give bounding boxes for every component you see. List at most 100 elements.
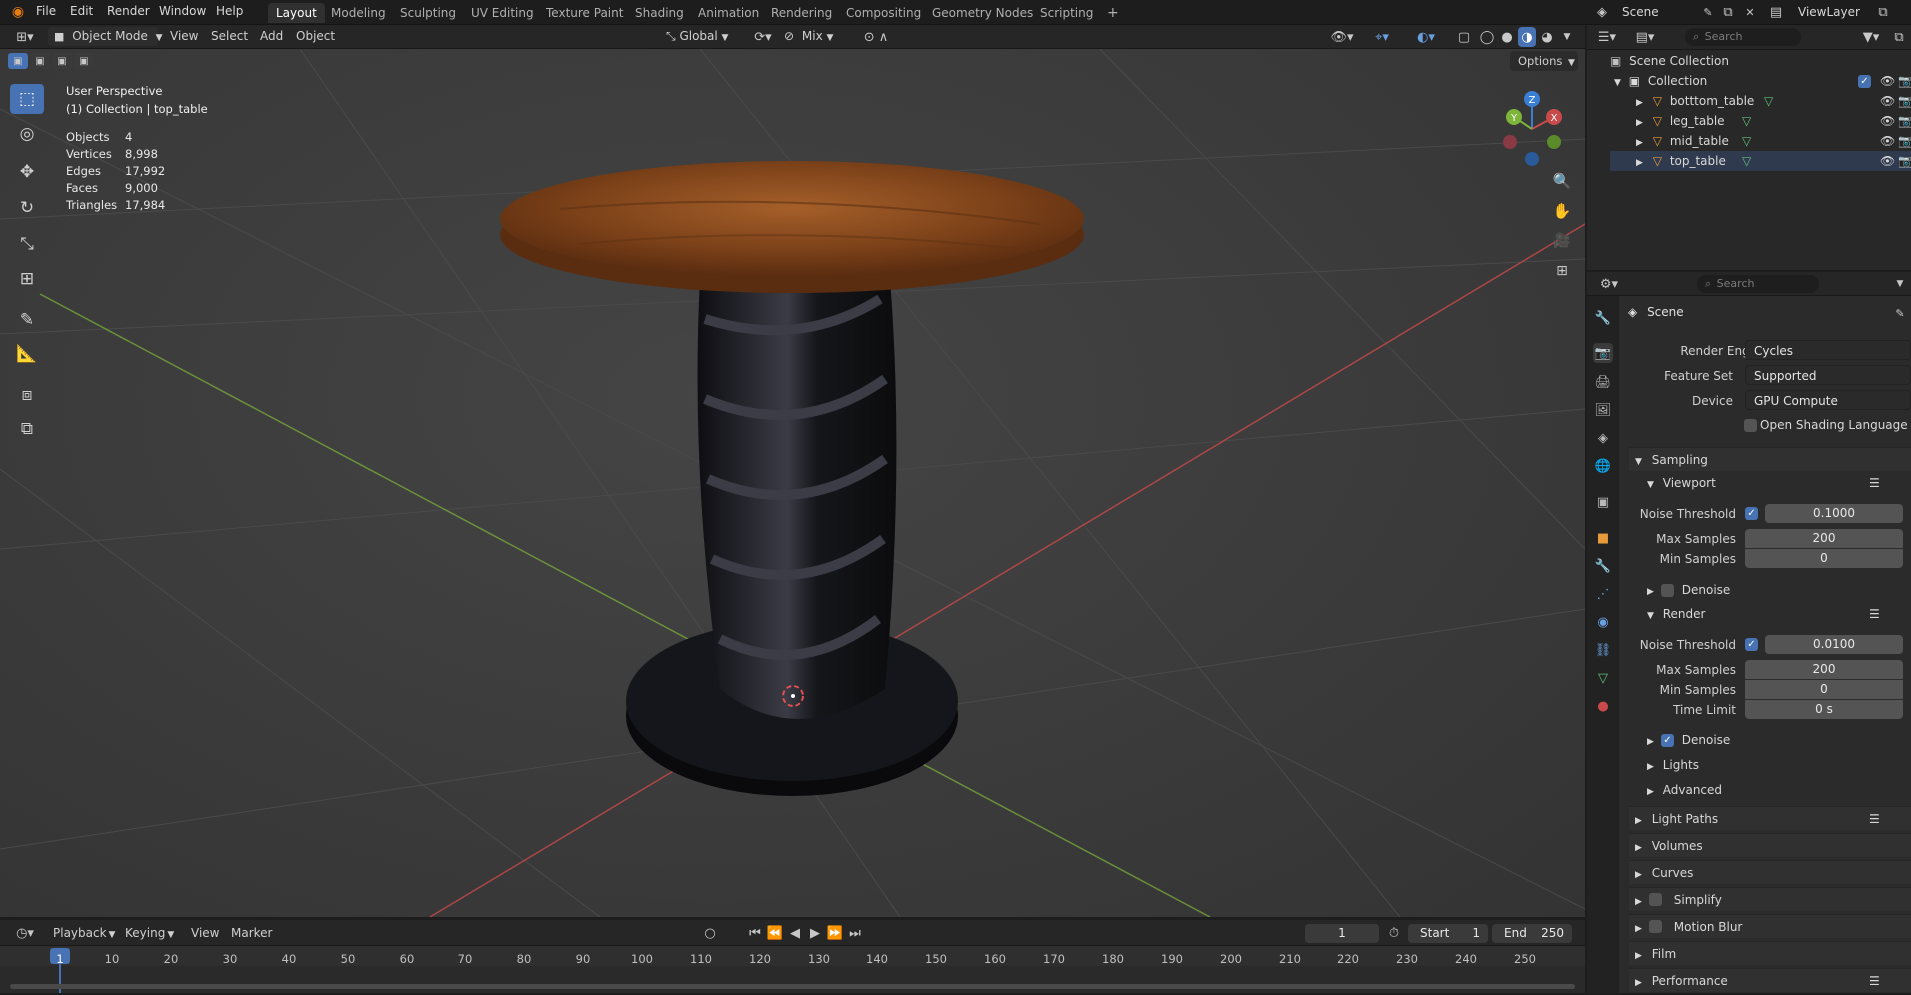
world-tab-icon[interactable]: 🌐	[1593, 456, 1613, 476]
tab-rendering[interactable]: Rendering	[763, 3, 840, 23]
time-limit-field[interactable]: 0 s	[1745, 700, 1903, 719]
add-cube-tool-icon[interactable]: ⧈	[10, 380, 44, 410]
viewport-3d[interactable]: ⬚ ◎ ✥ ↻ ⤡ ⊞ ✎ 📐 ⧈ ⧉ User Perspective (1)…	[0, 49, 1585, 917]
constraints-tab-icon[interactable]: ⛓	[1593, 640, 1613, 660]
viewport-denoise-subsection[interactable]: ▶ Denoise	[1645, 580, 1911, 600]
new-viewlayer-icon[interactable]: ⧉	[1873, 3, 1893, 21]
eye-icon[interactable]: 👁	[1880, 91, 1895, 111]
viewlayer-name[interactable]: ViewLayer	[1798, 5, 1860, 19]
tab-shading[interactable]: Shading	[627, 3, 692, 23]
menu-edit[interactable]: Edit	[70, 4, 93, 18]
volumes-section[interactable]: ▶ Volumes	[1629, 833, 1911, 857]
sampling-section[interactable]: ▼ Sampling	[1629, 447, 1911, 471]
collection-checkbox[interactable]: ✓	[1858, 75, 1871, 88]
camera-view-icon[interactable]: 🎥	[1550, 229, 1574, 253]
jump-end-icon[interactable]: ⏭	[846, 924, 864, 942]
modifier-tab-icon[interactable]: 🔧	[1593, 556, 1613, 576]
select-new-icon[interactable]: ▣	[8, 53, 28, 69]
add-workspace-button[interactable]: +	[1099, 3, 1127, 23]
advanced-subsection[interactable]: ▶ Advanced	[1645, 780, 1911, 800]
play-reverse-icon[interactable]: ◀	[786, 924, 804, 942]
simplify-checkbox[interactable]	[1649, 893, 1662, 906]
simplify-section[interactable]: ▶ Simplify	[1629, 887, 1911, 911]
presets-icon[interactable]: ☰	[1869, 473, 1880, 493]
outliner-object-row[interactable]: ▶ ▽ botttom_table ▽ 👁 📷	[1610, 91, 1911, 111]
tab-scripting[interactable]: Scripting	[1032, 3, 1101, 23]
performance-section[interactable]: ▶ Performance ☰	[1629, 968, 1911, 992]
scene-icon[interactable]: ◈	[1590, 3, 1614, 21]
clock-icon[interactable]: ◷▾	[10, 923, 40, 943]
select-intersect-icon[interactable]: ▣	[74, 53, 94, 69]
menu-marker[interactable]: Marker	[231, 924, 272, 943]
feature-set-dropdown[interactable]: Supported	[1745, 365, 1911, 385]
rotate-tool-icon[interactable]: ↻	[10, 193, 44, 223]
move-tool-icon[interactable]: ✥	[10, 157, 44, 187]
camera-icon[interactable]: 📷	[1898, 91, 1911, 111]
viewlayer-icon[interactable]: ▤	[1764, 3, 1788, 21]
min-samples-field[interactable]: 0	[1745, 549, 1903, 568]
new-collection-icon[interactable]: ⧉	[1889, 27, 1909, 47]
select-extend-icon[interactable]: ▣	[30, 53, 50, 69]
scale-tool-icon[interactable]: ⤡	[10, 229, 44, 259]
new-scene-icon[interactable]: ⧉	[1718, 3, 1738, 21]
pin-icon[interactable]: ✎	[1700, 3, 1716, 21]
data-tab-icon[interactable]: ▽	[1593, 668, 1613, 688]
viewport-subsection[interactable]: ▼ Viewport ☰	[1645, 473, 1911, 493]
motion-blur-section[interactable]: ▶ Motion Blur	[1629, 914, 1911, 938]
particles-tab-icon[interactable]: ⋰	[1593, 584, 1613, 604]
stopwatch-icon[interactable]: ⏱	[1384, 924, 1404, 942]
render-subsection[interactable]: ▼ Render ☰	[1645, 604, 1911, 624]
outliner-object-row-active[interactable]: ▶ ▽ top_table ▽ 👁 📷	[1610, 151, 1911, 171]
delete-scene-icon[interactable]: ✕	[1742, 3, 1758, 21]
max-samples-field[interactable]: 200	[1745, 660, 1903, 679]
proportional-edit-icon[interactable]: ⊙ ∧	[856, 27, 896, 47]
chevron-down-icon[interactable]: ▼	[1893, 274, 1907, 294]
orientation-dropdown[interactable]: ⤡ Global ▼	[666, 27, 740, 46]
editor-type-icon[interactable]: ⊞▾	[10, 27, 40, 47]
blender-logo-icon[interactable]: ◉	[8, 3, 28, 21]
lights-subsection[interactable]: ▶ Lights	[1645, 755, 1911, 775]
pin-icon[interactable]: ✎	[1892, 305, 1908, 321]
ortho-toggle-icon[interactable]: ⊞	[1550, 259, 1574, 283]
shading-wireframe-icon[interactable]: ◯	[1478, 27, 1496, 47]
gizmo-toggle-icon[interactable]: ⌖▾	[1364, 27, 1400, 47]
tab-texture-paint[interactable]: Texture Paint	[538, 3, 631, 23]
playback-menu[interactable]: Playback ▼	[53, 924, 115, 943]
jump-start-icon[interactable]: ⏮	[746, 924, 764, 942]
current-frame-field[interactable]: 1	[1305, 924, 1379, 943]
visibility-icon[interactable]: 👁▾	[1328, 27, 1356, 47]
pan-hand-icon[interactable]: ✋	[1550, 199, 1574, 223]
camera-icon[interactable]: 📷	[1898, 71, 1911, 91]
select-subtract-icon[interactable]: ▣	[52, 53, 72, 69]
next-keyframe-icon[interactable]: ⏩	[826, 924, 844, 942]
navigation-gizmo[interactable]: Z X Y	[1498, 87, 1564, 167]
start-frame-field[interactable]: Start 1	[1408, 924, 1488, 943]
snap-dropdown[interactable]: ⊘ Mix ▼	[784, 27, 854, 46]
tab-sculpting[interactable]: Sculpting	[392, 3, 464, 23]
menu-view[interactable]: View	[191, 924, 219, 943]
denoise-checkbox[interactable]: ✓	[1661, 734, 1674, 747]
outliner-editor-icon[interactable]: ☰▾	[1593, 27, 1621, 47]
render-denoise-subsection[interactable]: ▶ ✓ Denoise	[1645, 730, 1911, 750]
tab-compositing[interactable]: Compositing	[838, 3, 929, 23]
max-samples-field[interactable]: 200	[1745, 529, 1903, 548]
outliner-object-row[interactable]: ▶ ▽ mid_table ▽ 👁 📷	[1610, 131, 1911, 151]
light-paths-section[interactable]: ▶ Light Paths ☰	[1629, 806, 1911, 830]
properties-editor-icon[interactable]: ⚙▾	[1595, 274, 1623, 294]
menu-object[interactable]: Object	[296, 27, 335, 46]
tool-tab-icon[interactable]: 🔧	[1593, 308, 1613, 328]
menu-help[interactable]: Help	[216, 4, 243, 18]
camera-icon[interactable]: 📷	[1898, 131, 1911, 151]
prev-keyframe-icon[interactable]: ⏪	[766, 924, 784, 942]
shading-solid-icon[interactable]: ●	[1498, 27, 1516, 47]
end-frame-field[interactable]: End 250	[1492, 924, 1572, 943]
denoise-checkbox[interactable]	[1661, 584, 1674, 597]
annotate-tool-icon[interactable]: ✎	[10, 305, 44, 335]
menu-view[interactable]: View	[170, 27, 198, 46]
menu-add[interactable]: Add	[260, 27, 283, 46]
presets-icon[interactable]: ☰	[1869, 807, 1880, 831]
tab-uv-editing[interactable]: UV Editing	[463, 3, 542, 23]
render-tab-icon[interactable]: 📷	[1593, 343, 1613, 363]
select-box-tool-icon[interactable]: ⬚	[10, 84, 44, 114]
film-section[interactable]: ▶ Film	[1629, 941, 1911, 965]
